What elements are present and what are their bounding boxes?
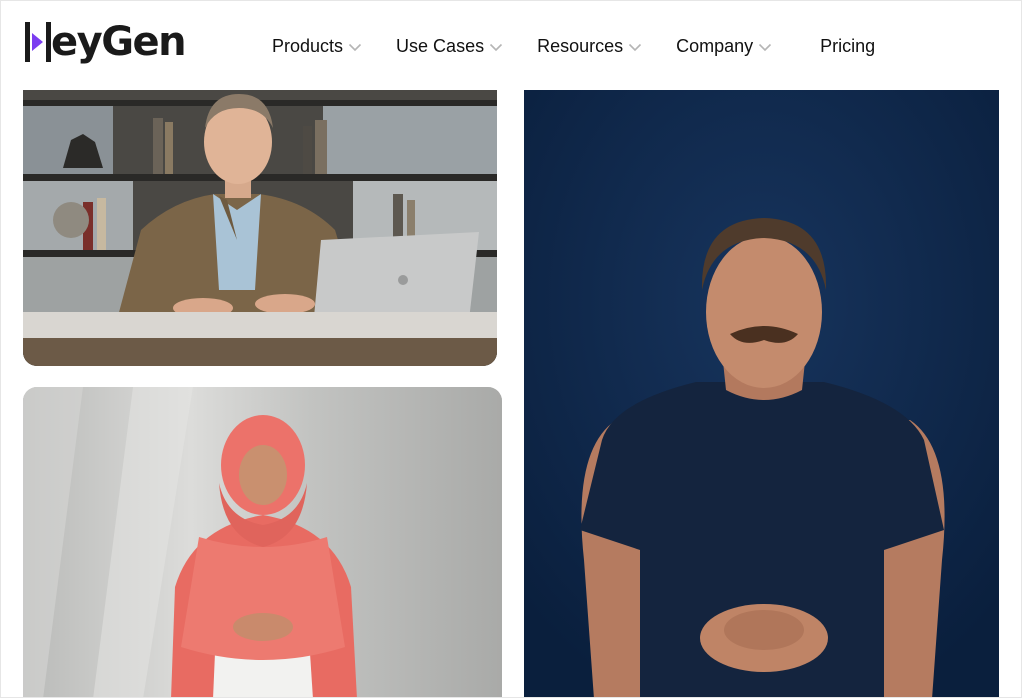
logo-wordmark: eyGen	[51, 19, 187, 65]
main-nav: Products Use Cases Resources Company Pri…	[272, 34, 875, 58]
nav-item-label: Pricing	[820, 35, 876, 56]
nav-item-label: Resources	[537, 35, 624, 56]
site-header: eyGen Products Use Cases Resources Compa…	[1, 1, 1021, 89]
nav-item-products[interactable]: Products	[272, 36, 362, 57]
nav-item-label: Products	[272, 35, 344, 56]
avatar-video-card-hijab-presenter[interactable]	[23, 387, 502, 697]
nav-item-label: Use Cases	[396, 35, 485, 56]
chevron-down-icon	[628, 36, 642, 57]
page-frame: eyGen Products Use Cases Resources Compa…	[0, 0, 1022, 698]
chevron-down-icon	[489, 36, 503, 57]
hijab-presenter-image	[23, 387, 502, 697]
nav-item-pricing[interactable]: Pricing	[820, 36, 875, 57]
nav-item-company[interactable]: Company	[676, 36, 772, 57]
nav-item-label: Company	[676, 35, 754, 56]
nav-item-use-cases[interactable]: Use Cases	[396, 36, 503, 57]
avatar-video-card-mustache-presenter[interactable]	[524, 90, 999, 697]
logo-play-mark-icon	[25, 22, 51, 62]
avatar-video-card-presenter-desk[interactable]	[23, 90, 497, 366]
chevron-down-icon	[758, 36, 772, 57]
chevron-down-icon	[348, 36, 362, 57]
presenter-desk-image	[23, 90, 497, 366]
mustache-presenter-image	[524, 90, 999, 697]
nav-item-resources[interactable]: Resources	[537, 36, 642, 57]
heygen-logo[interactable]: eyGen	[23, 17, 187, 67]
